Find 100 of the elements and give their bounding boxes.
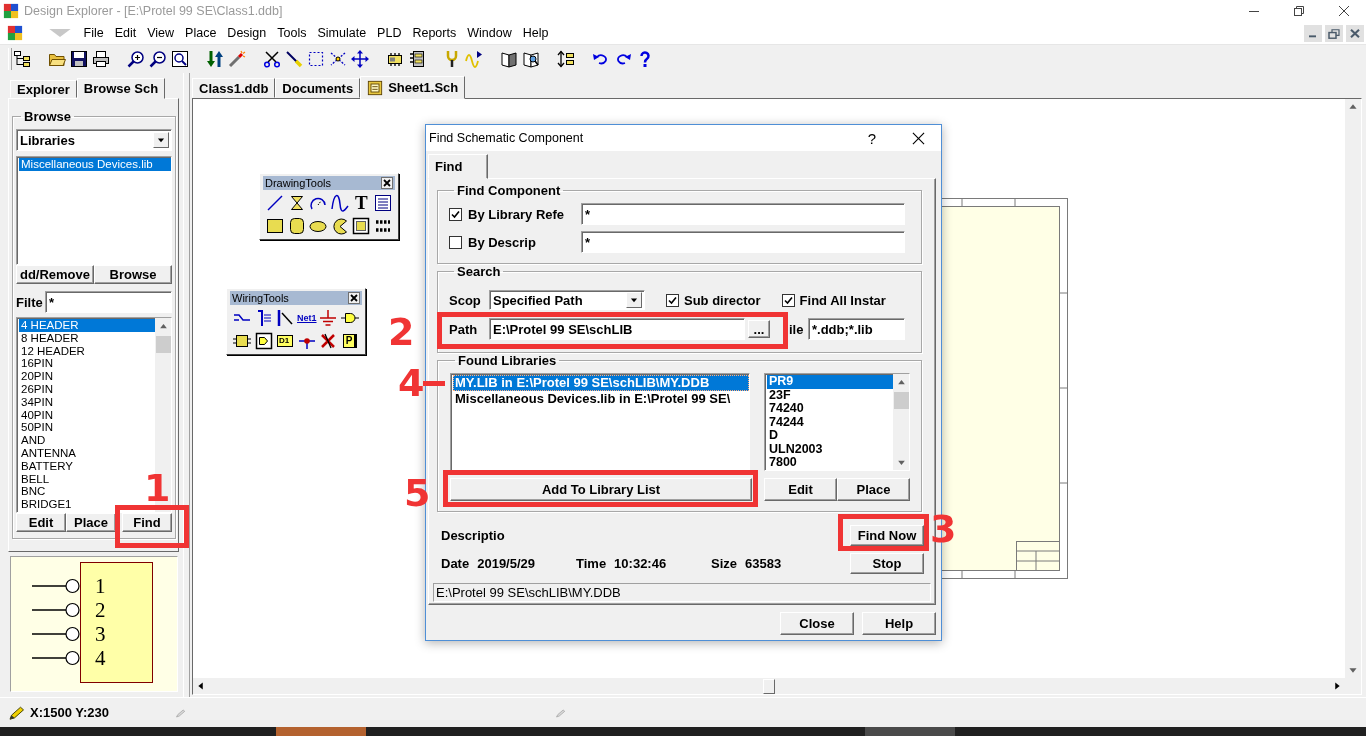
flag-tool-button[interactable]: P: [342, 334, 358, 348]
list-item[interactable]: 74240: [767, 402, 806, 416]
close-icon[interactable]: [1346, 24, 1364, 42]
stop-button[interactable]: Stop: [850, 553, 924, 574]
pen-icon[interactable]: [285, 50, 303, 68]
menu-item[interactable]: Reports: [406, 24, 462, 42]
list-item[interactable]: MY.LIB in E:\Protel 99 SE\schLIB\MY.DDB: [453, 375, 749, 391]
list-action-button[interactable]: Edit: [764, 478, 837, 501]
menu-item[interactable]: Design: [221, 24, 272, 42]
menu-item[interactable]: Tools: [271, 24, 312, 42]
path-field[interactable]: E:\Protel 99 SE\schLIB: [489, 318, 745, 340]
dot-grid-icon[interactable]: [373, 217, 392, 235]
document-tab[interactable]: Documents: [275, 78, 361, 98]
text-tool-button[interactable]: T: [355, 194, 368, 212]
move-icon[interactable]: [351, 50, 369, 68]
line-icon[interactable]: [266, 194, 284, 212]
chip-icon[interactable]: [386, 50, 404, 68]
list-item[interactable]: D: [767, 429, 781, 443]
splitter[interactable]: [183, 73, 190, 697]
add-to-library-button[interactable]: Add To Library List: [450, 478, 752, 501]
pie-icon[interactable]: [330, 217, 349, 235]
wand-icon[interactable]: [228, 50, 246, 68]
checkbox[interactable]: [781, 293, 795, 307]
menu-item[interactable]: File: [78, 24, 110, 42]
scroll-thumb[interactable]: [155, 336, 171, 353]
close-icon[interactable]: [911, 131, 925, 145]
net-label-tool-button[interactable]: Net1: [297, 311, 317, 325]
panel-tab[interactable]: Explorer: [10, 80, 77, 98]
arrows-and-bars-icon[interactable]: [557, 50, 575, 68]
port-tool-button[interactable]: D1: [277, 335, 294, 347]
library-list[interactable]: MY.LIB in E:\Protel 99 SE\schLIB\MY.DDB Miscellaneous Devices.lib in E:\Protel 99 SE\: [450, 373, 750, 471]
list-item[interactable]: 23F: [767, 388, 793, 402]
library-dropdown[interactable]: Libraries: [16, 129, 172, 151]
dialog-button[interactable]: Help: [862, 612, 936, 635]
restore-icon[interactable]: [1293, 6, 1304, 16]
library-list[interactable]: Miscellaneous Devices.lib: [16, 156, 172, 265]
list-item[interactable]: ULN2003: [767, 442, 825, 456]
curve-icon[interactable]: [330, 194, 349, 212]
panel-button[interactable]: Find: [122, 513, 172, 532]
text-field[interactable]: *: [581, 203, 905, 225]
scroll-thumb[interactable]: [763, 678, 775, 694]
list-item[interactable]: Miscellaneous Devices.lib in E:\Protel 99 SE\: [453, 391, 733, 407]
list-item[interactable]: BELL: [19, 472, 52, 486]
close-icon[interactable]: [381, 177, 393, 189]
list-item[interactable]: 40PIN: [19, 408, 55, 422]
close-icon[interactable]: [348, 292, 360, 304]
scroll-thumb[interactable]: [893, 392, 909, 409]
close-icon[interactable]: [1338, 6, 1349, 16]
zoom-fit-icon[interactable]: [171, 50, 189, 68]
list-item[interactable]: AND: [19, 434, 48, 447]
component-list[interactable]: PR9 23F 74240 74244 D ULN2003 7800: [764, 373, 910, 471]
file-mask-field[interactable]: *.ddb;*.lib: [808, 318, 905, 340]
panel-button[interactable]: Place: [66, 513, 116, 532]
menu-item[interactable]: Edit: [109, 24, 142, 42]
document-tab[interactable]: Class1.ddb: [192, 78, 276, 98]
browse-button[interactable]: ...: [748, 320, 770, 338]
list-item[interactable]: 34PIN: [19, 395, 55, 409]
printer-icon[interactable]: [92, 50, 110, 68]
list-item[interactable]: 26PIN: [19, 383, 55, 396]
panel-tab[interactable]: Browse Sch: [76, 78, 166, 99]
dashed-cross-icon[interactable]: [329, 50, 347, 68]
list-item[interactable]: PR9: [767, 375, 893, 389]
entry-icon[interactable]: [254, 332, 273, 350]
list-item[interactable]: 50PIN: [19, 421, 55, 435]
document-tab[interactable]: Sheet1.Sch: [360, 76, 466, 99]
list-item[interactable]: 16PIN: [19, 357, 55, 371]
list-item[interactable]: 20PIN: [19, 370, 55, 383]
rectangle-icon[interactable]: [266, 217, 284, 235]
book-icon[interactable]: [500, 50, 518, 68]
sine-wave-icon[interactable]: [465, 50, 483, 68]
list-item[interactable]: 4 HEADER: [19, 319, 155, 332]
help-button[interactable]: ?: [857, 126, 887, 150]
checkbox[interactable]: [449, 235, 462, 249]
menu-item[interactable]: Simulate: [311, 24, 372, 42]
picture-frame-icon[interactable]: [352, 217, 371, 235]
list-item[interactable]: BATTERY: [19, 459, 75, 473]
menu-item[interactable]: View: [141, 24, 180, 42]
panel-button[interactable]: dd/Remove: [16, 265, 94, 284]
list-item[interactable]: 8 HEADER: [19, 331, 81, 345]
list-item[interactable]: 74244: [767, 415, 806, 429]
restore-icon[interactable]: [1325, 24, 1343, 42]
list-item[interactable]: Miscellaneous Devices.lib: [19, 158, 171, 171]
scope-dropdown[interactable]: Specified Path: [489, 290, 645, 310]
menu-item[interactable]: Place: [179, 24, 222, 42]
rounded-rectangle-icon[interactable]: [287, 217, 306, 235]
book-magnifier-icon[interactable]: [522, 50, 540, 68]
dialog-tab[interactable]: Find: [428, 154, 488, 179]
selection-rectangle-icon[interactable]: [307, 50, 325, 68]
list-item[interactable]: BRIDGE1: [19, 498, 74, 511]
app-icon[interactable]: [7, 25, 23, 41]
list-item[interactable]: 7800: [767, 456, 799, 470]
checkbox[interactable]: [666, 293, 679, 307]
tree-icon[interactable]: [13, 50, 31, 68]
ground-icon[interactable]: [319, 309, 338, 327]
filter-field[interactable]: *: [45, 291, 172, 313]
scissors-icon[interactable]: [263, 50, 281, 68]
list-item[interactable]: 12 HEADER: [19, 344, 87, 358]
bus-entry-icon[interactable]: [276, 309, 295, 327]
zoom-in-icon[interactable]: [127, 50, 145, 68]
text-field[interactable]: *: [581, 231, 905, 253]
